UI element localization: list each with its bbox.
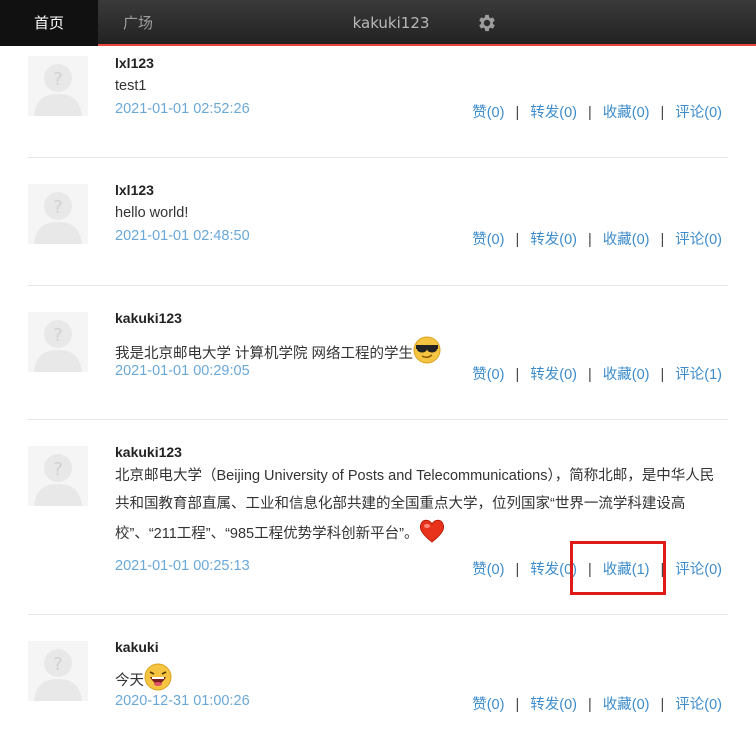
repost-link[interactable]: 转发(0) bbox=[530, 697, 577, 713]
post-username[interactable]: kakuki123 bbox=[115, 444, 182, 460]
nav-home-tab[interactable]: 首页 bbox=[0, 0, 98, 46]
post-time: 2021-01-01 02:52:26 bbox=[115, 101, 250, 117]
comment-link[interactable]: 评论(0) bbox=[675, 562, 722, 578]
post-username[interactable]: lxl123 bbox=[115, 55, 154, 71]
like-link[interactable]: 赞(0) bbox=[472, 562, 504, 578]
comment-link[interactable]: 评论(0) bbox=[675, 105, 722, 121]
separator: | bbox=[515, 367, 520, 383]
post-time: 2021-01-01 02:48:50 bbox=[115, 228, 250, 244]
sunglasses-emoji-icon bbox=[413, 336, 441, 374]
favorite-link[interactable]: 收藏(0) bbox=[603, 105, 650, 121]
svg-text:?: ? bbox=[53, 69, 63, 90]
repost-link[interactable]: 转发(0) bbox=[530, 232, 577, 248]
top-nav-bar: 首页 广场 kakuki123 bbox=[0, 0, 756, 46]
svg-text:?: ? bbox=[53, 459, 63, 480]
separator: | bbox=[587, 105, 592, 121]
avatar[interactable]: ? bbox=[28, 446, 88, 506]
repost-link[interactable]: 转发(0) bbox=[530, 367, 577, 383]
separator: | bbox=[515, 105, 520, 121]
avatar[interactable]: ? bbox=[28, 184, 88, 244]
post-username[interactable]: kakuki bbox=[115, 639, 159, 655]
svg-text:?: ? bbox=[53, 654, 63, 675]
repost-link[interactable]: 转发(0) bbox=[530, 105, 577, 121]
post-time: 2021-01-01 00:25:13 bbox=[115, 558, 250, 574]
separator: | bbox=[515, 562, 520, 578]
post-actions: 赞(0) | 转发(0) | 收藏(0) | 评论(0) bbox=[472, 693, 722, 714]
post-item: ? kakuki123 我是北京邮电大学 计算机学院 网络工程的学生 2021-… bbox=[28, 286, 728, 419]
like-link[interactable]: 赞(0) bbox=[472, 105, 504, 121]
post-text: 今天 bbox=[115, 673, 144, 689]
post-text: 北京邮电大学（Beijing University of Posts and T… bbox=[115, 468, 715, 542]
heart-emoji-icon bbox=[418, 518, 446, 554]
nav-username[interactable]: kakuki123 bbox=[340, 0, 442, 46]
separator: | bbox=[587, 367, 592, 383]
like-link[interactable]: 赞(0) bbox=[472, 367, 504, 383]
post-item: ? kakuki 今天 2020-12-31 01:00:26 赞(0) | 转发(… bbox=[28, 615, 728, 745]
separator: | bbox=[660, 232, 665, 248]
post-actions: 赞(0) | 转发(0) | 收藏(0) | 评论(1) bbox=[472, 363, 722, 384]
post-content: test1 bbox=[115, 78, 147, 94]
gear-icon[interactable] bbox=[476, 12, 498, 34]
separator: | bbox=[660, 697, 665, 713]
svg-text:?: ? bbox=[53, 325, 63, 346]
avatar[interactable]: ? bbox=[28, 641, 88, 701]
comment-link[interactable]: 评论(0) bbox=[675, 697, 722, 713]
post-actions: 赞(0) | 转发(0) | 收藏(0) | 评论(0) bbox=[472, 101, 722, 122]
favorite-link[interactable]: 收藏(0) bbox=[603, 697, 650, 713]
like-link[interactable]: 赞(0) bbox=[472, 232, 504, 248]
post-username[interactable]: kakuki123 bbox=[115, 310, 182, 326]
post-item: ? lxl123 hello world! 2021-01-01 02:48:5… bbox=[28, 158, 728, 284]
nav-square-tab[interactable]: 广场 bbox=[98, 0, 178, 46]
post-time: 2020-12-31 01:00:26 bbox=[115, 693, 250, 709]
comment-link[interactable]: 评论(0) bbox=[675, 232, 722, 248]
separator: | bbox=[660, 105, 665, 121]
separator: | bbox=[587, 697, 592, 713]
favorite-link[interactable]: 收藏(0) bbox=[603, 232, 650, 248]
avatar[interactable]: ? bbox=[28, 56, 88, 116]
svg-text:?: ? bbox=[53, 197, 63, 218]
separator: | bbox=[515, 697, 520, 713]
like-link[interactable]: 赞(0) bbox=[472, 697, 504, 713]
separator: | bbox=[587, 232, 592, 248]
separator: | bbox=[515, 232, 520, 248]
highlight-box bbox=[570, 541, 666, 595]
post-item: ? lxl123 test1 2021-01-01 02:52:26 赞(0) |… bbox=[28, 48, 728, 156]
post-time: 2021-01-01 00:29:05 bbox=[115, 363, 250, 379]
comment-link[interactable]: 评论(1) bbox=[675, 367, 722, 383]
avatar[interactable]: ? bbox=[28, 312, 88, 372]
separator: | bbox=[660, 367, 665, 383]
favorite-link[interactable]: 收藏(0) bbox=[603, 367, 650, 383]
post-username[interactable]: lxl123 bbox=[115, 182, 154, 198]
post-content: hello world! bbox=[115, 205, 189, 221]
post-text: 我是北京邮电大学 计算机学院 网络工程的学生 bbox=[115, 346, 414, 362]
post-actions: 赞(0) | 转发(0) | 收藏(0) | 评论(0) bbox=[472, 228, 722, 249]
